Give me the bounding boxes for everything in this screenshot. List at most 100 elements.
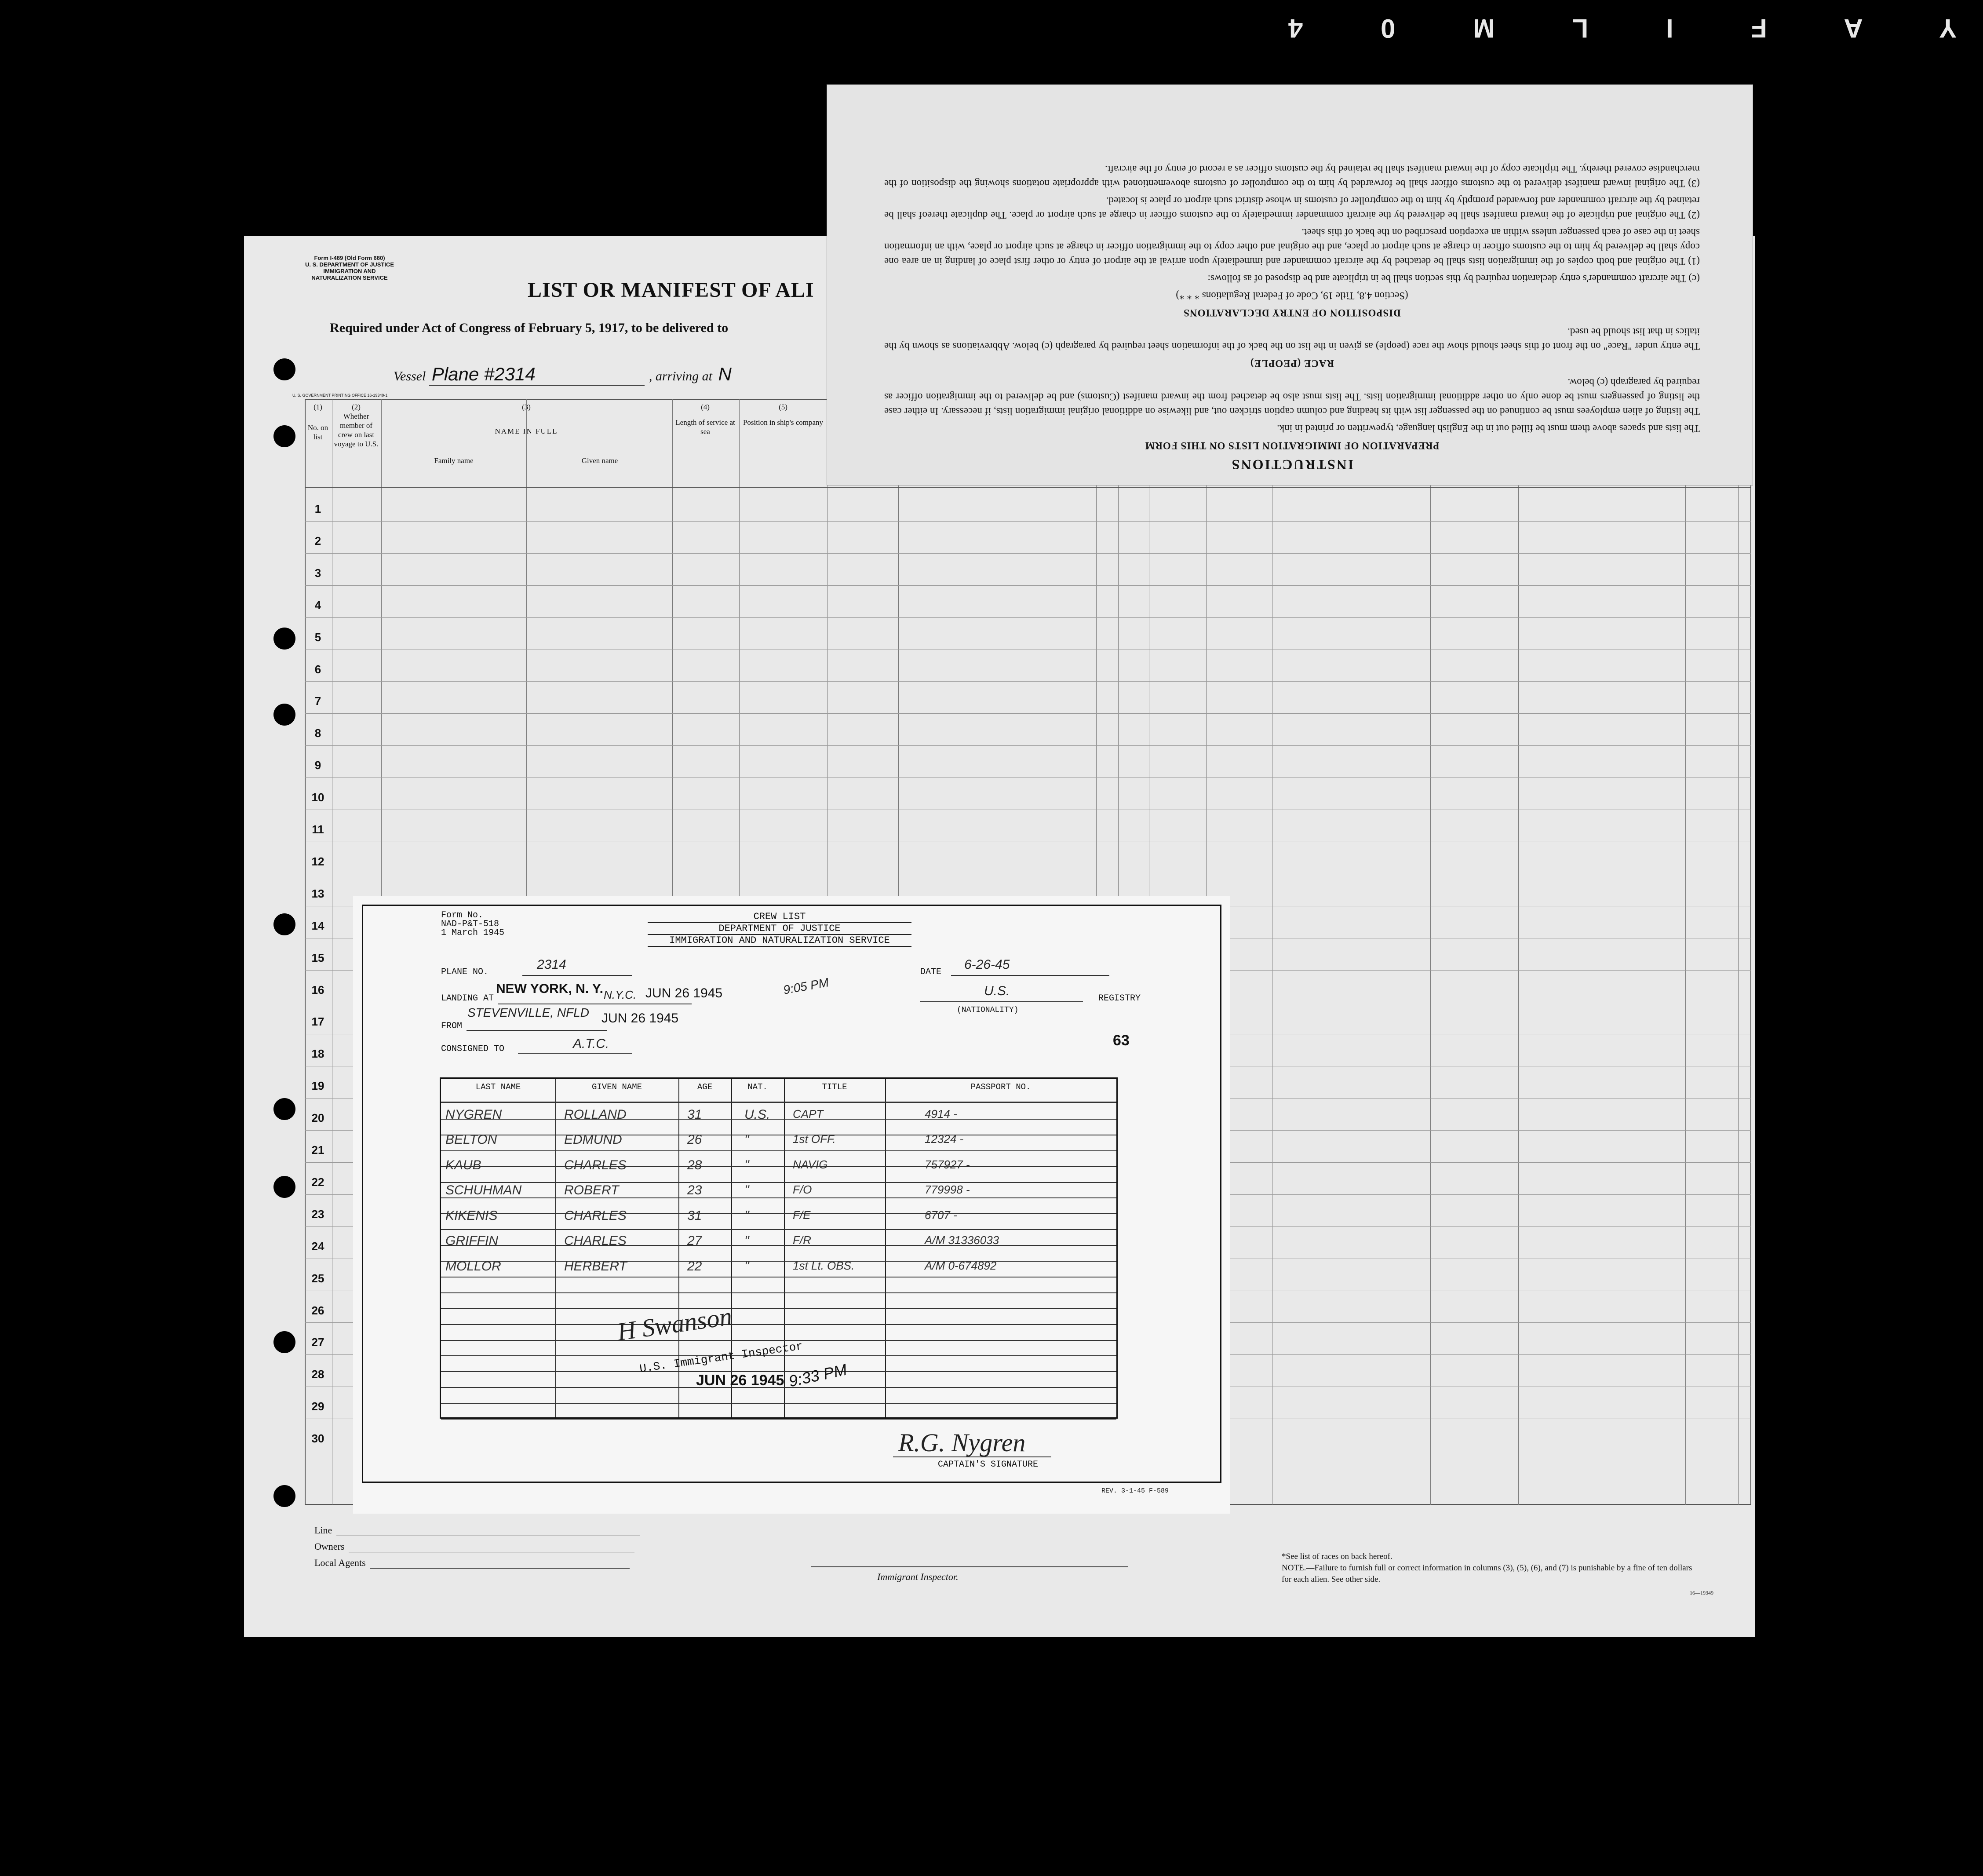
footer-agents-row: Local Agents <box>314 1557 630 1569</box>
row-number: 2 <box>314 534 321 547</box>
vessel-row: Vessel Plane #2314 , arriving at N <box>394 364 734 386</box>
punch-hole <box>273 425 295 447</box>
from-label: FROM <box>441 1021 463 1031</box>
col-header-5: (5) Position in ship's company <box>743 403 824 427</box>
crew-cell-given: CHARLES <box>564 1234 627 1248</box>
punch-hole <box>273 704 295 726</box>
crew-cell-passport: 6707 - <box>925 1208 957 1222</box>
row-number: 27 <box>311 1336 324 1349</box>
form-code: 16—19349 <box>1690 1590 1713 1596</box>
crew-cell-age: 27 <box>687 1234 702 1248</box>
col-header-4: (4) Length of service at sea <box>675 403 735 436</box>
film-reel-label: Y A F I L M 0 4 <box>1253 14 1957 43</box>
crew-cell-given: CHARLES <box>564 1157 627 1172</box>
crew-cell-passport: 757927 - <box>925 1157 970 1171</box>
crew-list-title: CREW LIST <box>648 911 911 923</box>
crew-col-title: TITLE <box>822 1082 847 1092</box>
row-number: 16 <box>311 983 324 996</box>
row-number: 14 <box>311 919 324 932</box>
vessel-label: Vessel <box>394 369 426 383</box>
manifest-note: *See list of races on back hereof. NOTE.… <box>1282 1552 1692 1584</box>
captain-signature-label: CAPTAIN'S SIGNATURE <box>938 1460 1039 1470</box>
crew-list-service: IMMIGRATION AND NATURALIZATION SERVICE <box>648 935 911 947</box>
row-number: 4 <box>314 598 321 612</box>
landing-handwritten: N.Y.C. <box>604 988 637 1001</box>
crew-cell-age: 31 <box>687 1107 702 1122</box>
row-number: 26 <box>311 1303 324 1317</box>
department: U. S. DEPARTMENT OF JUSTICE <box>305 261 394 268</box>
crew-cell-last: GRIFFIN <box>445 1234 498 1248</box>
row-number: 22 <box>311 1175 324 1189</box>
sheet-number: 63 <box>1113 1032 1130 1049</box>
row-number: 11 <box>312 823 324 836</box>
landing-at-label: LANDING AT <box>441 993 494 1004</box>
col-header-1: (1) No. on list <box>307 403 328 441</box>
row-number: 17 <box>311 1015 324 1029</box>
consigned-to-label: CONSIGNED TO <box>441 1044 505 1054</box>
crew-cell-nat: " <box>744 1132 749 1147</box>
row-number: 13 <box>311 887 324 900</box>
arriving-value: N <box>718 364 732 384</box>
crew-cell-last: MOLLOR <box>445 1259 501 1274</box>
col-header-2: (2) Whether member of crew on last voyage… <box>334 403 379 448</box>
date-label: DATE <box>920 967 942 977</box>
crew-cell-nat: " <box>744 1208 749 1223</box>
crew-cell-nat: " <box>744 1183 749 1198</box>
footer-owners-row: Owners <box>314 1541 635 1552</box>
crew-cell-given: EDMUND <box>564 1132 622 1147</box>
crew-list-department: DEPARTMENT OF JUSTICE <box>648 923 911 935</box>
instructions-paragraph: (3) The original inward manifest deliver… <box>884 164 1700 189</box>
crew-cell-last: NYGREN <box>445 1107 502 1122</box>
crew-form-number: Form No. NAD-P&T-518 1 March 1945 <box>441 910 505 938</box>
instructions-section-preparation: PREPARATION OF IMMIGRATION LISTS ON THIS… <box>1145 440 1440 451</box>
crew-cell-title: F/E <box>793 1208 811 1222</box>
registry-label: REGISTRY <box>1098 993 1141 1004</box>
crew-cell-nat: " <box>744 1259 749 1274</box>
instructions-paragraph: The entry under "Race" on the front of t… <box>884 326 1700 352</box>
row-number: 10 <box>311 791 324 804</box>
crew-cell-passport: 4914 - <box>925 1107 957 1120</box>
crew-cell-age: 31 <box>687 1208 702 1223</box>
from-value: STEVENVILLE, NFLD <box>467 1006 589 1019</box>
row-number: 7 <box>314 694 321 708</box>
crew-cell-given: ROBERT <box>564 1183 619 1198</box>
immigrant-inspector-label: Immigrant Inspector. <box>877 1571 959 1582</box>
crew-cell-title: NAVIG <box>793 1157 828 1171</box>
registry-value: U.S. <box>984 984 1010 998</box>
crew-cell-passport: 12324 - <box>925 1132 964 1146</box>
punch-hole <box>273 628 295 650</box>
row-number: 1 <box>314 502 321 515</box>
crew-cell-age: 23 <box>687 1183 702 1198</box>
service: IMMIGRATION AND NATURALIZATION SERVICE <box>311 268 388 281</box>
form-identifier: Form I-489 (Old Form 680) U. S. DEPARTME… <box>301 255 398 281</box>
crew-cell-given: HERBERT <box>564 1259 627 1274</box>
instructions-title: INSTRUCTIONS <box>1230 457 1354 473</box>
landing-date-stamp: JUN 26 1945 <box>645 986 723 1000</box>
crew-col-passport: PASSPORT NO. <box>970 1082 1031 1092</box>
row-number: 12 <box>311 854 324 868</box>
instructions-paragraph: (2) The original and triplicate of the i… <box>884 195 1700 221</box>
crew-col-age: AGE <box>697 1082 713 1092</box>
crew-cell-passport: A/M 31336033 <box>925 1234 999 1247</box>
crew-cell-nat: U.S. <box>744 1107 770 1122</box>
manifest-subtitle: Required under Act of Congress of Februa… <box>330 321 729 335</box>
instructions-section-race: RACE (PEOPLE) <box>1250 358 1334 369</box>
crew-cell-age: 28 <box>687 1157 702 1172</box>
row-number: 21 <box>311 1143 324 1157</box>
crew-cell-nat: " <box>744 1234 749 1248</box>
printing-office-note: U. S. GOVERNMENT PRINTING OFFICE 16-1934… <box>292 393 388 398</box>
crew-list-card: Form No. NAD-P&T-518 1 March 1945 CREW L… <box>353 896 1230 1514</box>
crew-list-heading: CREW LIST DEPARTMENT OF JUSTICE IMMIGRAT… <box>648 911 911 947</box>
crew-cell-nat: " <box>744 1157 749 1172</box>
instructions-sheet: INSTRUCTIONS PREPARATION OF IMMIGRATION … <box>827 84 1753 485</box>
arriving-label: , arriving at <box>649 369 712 383</box>
row-number: 18 <box>311 1047 324 1061</box>
date-value: 6-26-45 <box>964 957 1010 972</box>
row-number: 24 <box>311 1239 324 1253</box>
row-number: 29 <box>311 1400 324 1413</box>
consigned-to-value: A.T.C. <box>573 1037 609 1051</box>
instructions-paragraph: The lists and spaces above them must be … <box>1277 423 1700 434</box>
given-name-header: Given name <box>581 456 618 465</box>
plane-no-label: PLANE NO. <box>441 967 489 977</box>
instructions-paragraph: The listing of alien employees must be c… <box>884 377 1700 417</box>
